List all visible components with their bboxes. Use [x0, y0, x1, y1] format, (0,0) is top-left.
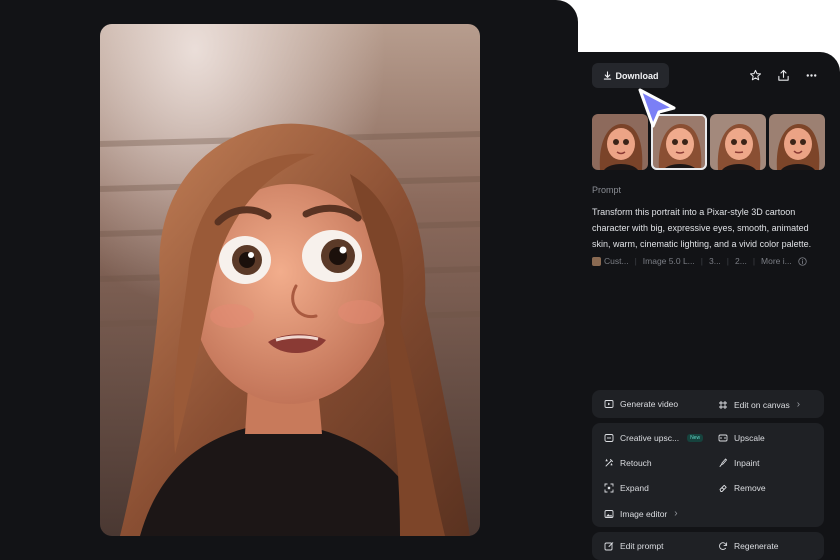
edit-tools-card: Creative upsc... New Upscale Retouch Inp… — [592, 423, 824, 527]
retouch-icon — [605, 458, 613, 467]
star-icon — [749, 69, 761, 80]
image-editor-icon — [604, 509, 614, 518]
download-label: Download — [615, 70, 659, 81]
generate-video-button[interactable]: Generate video — [604, 399, 678, 409]
inpaint-icon — [719, 458, 727, 467]
remove-button[interactable]: Remove — [718, 483, 766, 493]
upscale-button[interactable]: Upscale — [718, 433, 765, 443]
download-icon — [603, 71, 611, 80]
info-icon[interactable] — [798, 256, 807, 266]
generation-meta: Cust... | Image 5.0 L... | 3... | 2... |… — [592, 254, 830, 268]
retouch-button[interactable]: Retouch — [604, 458, 652, 468]
share-icon — [777, 69, 789, 81]
prompt-label: Prompt — [592, 185, 622, 195]
expand-button[interactable]: Expand — [604, 483, 649, 493]
generated-image-preview[interactable] — [100, 24, 480, 536]
style-thumbnail — [592, 256, 601, 266]
meta-resolution[interactable]: 2... — [735, 256, 747, 266]
prompt-actions-card: Edit prompt Regenerate — [592, 532, 824, 560]
chevron-right-icon: › — [674, 508, 678, 519]
video-canvas-card: Generate video Edit on canvas › — [592, 390, 824, 418]
more-icon — [806, 73, 816, 77]
creative-upscale-button[interactable]: Creative upsc... New — [604, 433, 704, 443]
pointer-cursor-icon — [634, 84, 682, 132]
favorite-button[interactable] — [746, 66, 764, 84]
inpaint-button[interactable]: Inpaint — [718, 458, 760, 468]
prompt-text: Transform this portrait into a Pixar-sty… — [592, 207, 812, 249]
canvas-icon — [719, 400, 727, 409]
expand-icon — [604, 483, 614, 493]
variation-thumbnail[interactable] — [769, 114, 825, 170]
eraser-icon — [719, 484, 727, 492]
share-button[interactable] — [774, 66, 792, 84]
meta-model[interactable]: Image 5.0 L... — [643, 256, 695, 266]
edit-prompt-icon — [604, 542, 614, 551]
video-icon — [604, 400, 614, 408]
regenerate-button[interactable]: Regenerate — [718, 541, 778, 551]
upscale-icon — [718, 434, 728, 442]
edit-on-canvas-button[interactable]: Edit on canvas › — [718, 399, 800, 410]
meta-style[interactable]: Cust... — [604, 256, 629, 266]
variation-thumbnail[interactable] — [710, 114, 766, 170]
creative-upscale-icon — [604, 434, 614, 442]
refresh-icon — [719, 542, 728, 550]
variation-thumbnails — [592, 114, 825, 170]
image-editor-button[interactable]: Image editor › — [604, 508, 678, 519]
chevron-right-icon: › — [796, 399, 801, 410]
edit-prompt-button[interactable]: Edit prompt — [604, 541, 663, 551]
meta-more-info[interactable]: More i... — [761, 256, 792, 266]
new-badge: New — [687, 434, 704, 442]
more-options-button[interactable] — [802, 66, 820, 84]
meta-aspect[interactable]: 3... — [709, 256, 721, 266]
